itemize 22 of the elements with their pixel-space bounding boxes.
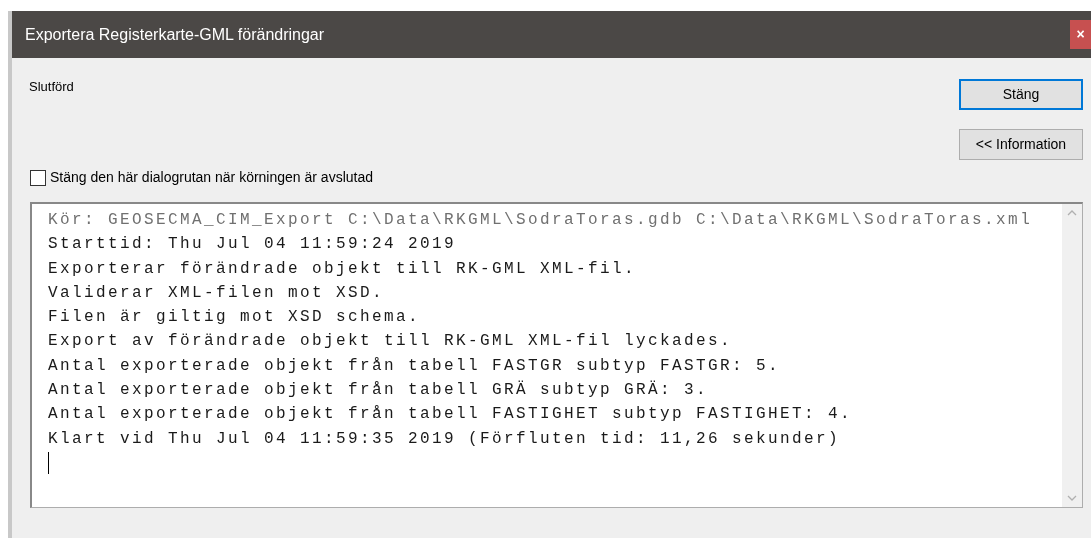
log-line: Validerar XML-filen mot XSD. [48,282,386,304]
log-line: Kör: GEOSECMA_CIM_Export C:\Data\RKGML\SodraToras.gdb C:\Data\RKGML\SodraToras.xml [48,210,1034,231]
checkbox-label: Stäng den här dialogrutan när körningen är avslutad [50,168,373,187]
log-line: Klart vid Thu Jul 04 11:59:35 2019 (Förfluten tid: 11,26 sekunder) [48,428,842,450]
log-line: Export av förändrade objekt till RK-GML XML-fil lyckades. [48,331,734,353]
log-line: Antal exporterade objekt från tabell FASTIGHET subtyp FASTIGHET: 4. [48,404,854,426]
close-button[interactable]: × [1070,20,1091,49]
log-line: Starttid: Thu Jul 04 11:59:24 2019 [48,234,458,256]
log-line: Filen är giltig mot XSD schema. [48,307,422,329]
status-text: Slutförd [29,78,74,96]
information-button[interactable]: << Information [959,129,1083,160]
checkbox[interactable] [30,169,46,186]
scrollbar[interactable] [1062,204,1082,507]
log-line: Antal exporterade objekt från tabell FASTGR subtyp FASTGR: 5. [48,355,782,377]
scroll-up-icon[interactable] [1067,210,1077,216]
scroll-down-icon[interactable] [1067,495,1077,501]
text-cursor [48,451,49,474]
window-title: Exportera Registerkarte-GML förändringar [25,24,325,45]
log-text-area[interactable] [30,202,1083,508]
close-button[interactable]: Stäng [959,79,1083,110]
log-line: Exporterar förändrade objekt till RK-GML XML-fil. [48,258,638,280]
log-line: Antal exporterade objekt från tabell GRÄ subtyp GRÄ: 3. [48,379,710,402]
